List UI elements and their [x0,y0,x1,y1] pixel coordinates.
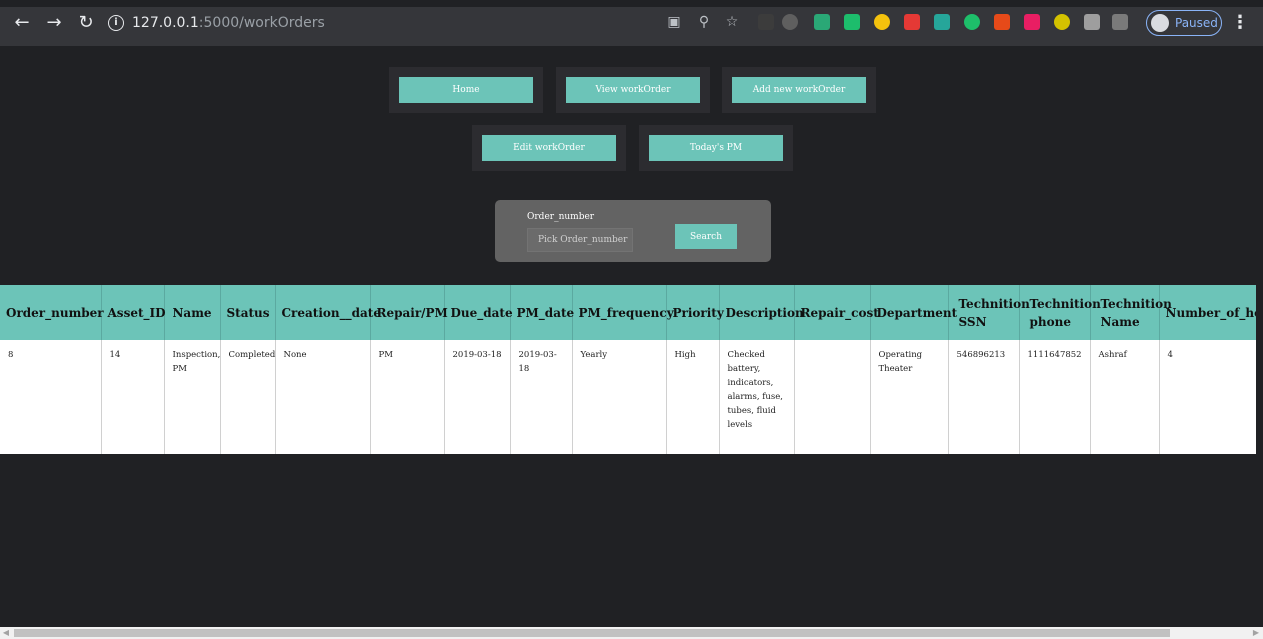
info-icon[interactable]: i [108,15,124,31]
reload-icon[interactable]: ↻ [74,11,98,35]
search-button[interactable]: Search [675,224,737,249]
table-cell: Inspection, PM [164,340,221,454]
column-header: Status [220,285,276,340]
column-header: Technition phone [1019,285,1101,340]
column-header: Due_date [444,285,513,340]
forward-arrow-icon[interactable]: → [42,11,66,35]
horizontal-scrollbar[interactable]: ◀ ▶ [0,627,1263,639]
table-cell: 2019-03-18 [510,340,573,454]
workorders-table-container: Order_number Asset_ID Name Status Creati… [0,285,1256,455]
table-cell: Ashraf [1090,340,1160,454]
url-host: 127.0.0.1 [132,15,199,31]
scroll-right-icon[interactable]: ▶ [1250,627,1262,639]
home-button[interactable]: Home [399,77,533,103]
view-workorder-button[interactable]: View workOrder [566,77,700,103]
nav-card-add: Add new workOrder [722,67,876,113]
column-header: Technition Name [1090,285,1172,340]
avatar [1151,14,1169,32]
profile-button[interactable]: Paused [1146,10,1222,36]
ext-check-icon[interactable] [1054,14,1070,30]
ext-grammar-icon[interactable] [964,14,980,30]
table-cell: 2019-03-18 [444,340,511,454]
todays-pm-button[interactable]: Today's PM [649,135,783,161]
ext-note-icon[interactable] [874,14,890,30]
table-cell: Checked battery, indicators, alarms, fus… [719,340,795,454]
tab-strip [0,0,1263,7]
column-header: Repair_cost [794,285,879,340]
ext-dark-icon[interactable] [758,14,774,30]
search-label: Order_number [527,212,595,222]
scrollbar-thumb[interactable] [14,629,1170,637]
table-cell: Completed [220,340,276,454]
workorders-table: Order_number Asset_ID Name Status Creati… [0,285,1256,454]
zoom-icon[interactable]: ⚲ [694,12,714,32]
column-header: Number_of_hours [1159,285,1256,340]
table-header-row: Order_number Asset_ID Name Status Creati… [0,285,1256,340]
table-cell: 4 [1159,340,1256,454]
search-form: Order_number Search [495,200,771,262]
table-cell: 546896213 [948,340,1020,454]
nav-card-home: Home [389,67,543,113]
ext-message-icon[interactable] [844,14,860,30]
back-arrow-icon[interactable]: ← [10,11,34,35]
column-header: Repair/PM [370,285,448,340]
translate-icon[interactable]: ▣ [664,12,684,32]
column-header: Creation__date [275,285,381,340]
table-cell: PM [370,340,445,454]
table-cell: 8 [0,340,102,454]
order-number-input[interactable] [527,228,633,252]
add-workorder-button[interactable]: Add new workOrder [732,77,866,103]
ext-r-icon[interactable] [782,14,798,30]
column-header: Description [719,285,804,340]
more-menu-icon[interactable]: ⋮ [1230,11,1250,35]
ext-square-icon[interactable] [1112,14,1128,30]
nav-card-view: View workOrder [556,67,710,113]
column-header: PM_frequency [572,285,674,340]
table-cell [794,340,871,454]
nav-card-today: Today's PM [639,125,793,171]
column-header: PM_date [510,285,574,340]
table-cell: None [275,340,371,454]
scroll-left-icon[interactable]: ◀ [0,627,12,639]
ext-privacy-icon[interactable] [1084,14,1100,30]
profile-status-label: Paused [1175,16,1218,30]
table-cell: 14 [101,340,165,454]
column-header: Name [164,285,221,340]
table-cell: Operating Theater [870,340,949,454]
table-row: 8 14 Inspection, PM Completed None PM 20… [0,340,1256,454]
ext-sale-icon[interactable] [994,14,1010,30]
column-header: Priority [666,285,724,340]
edit-workorder-button[interactable]: Edit workOrder [482,135,616,161]
table-cell: 1111647852 [1019,340,1091,454]
bookmark-star-icon[interactable]: ☆ [722,12,742,32]
column-header: Order_number [0,285,104,340]
browser-toolbar: ← → ↻ i 127.0.0.1:5000/workOrders ▣ ⚲ ☆ P… [0,0,1263,46]
table-cell: High [666,340,720,454]
column-header: Technition SSN [948,285,1030,340]
address-bar[interactable]: i 127.0.0.1:5000/workOrders [108,11,638,35]
url-path: :5000/workOrders [198,15,325,31]
column-header: Department [870,285,957,340]
column-header: Asset_ID [101,285,166,340]
ext-new-icon[interactable] [934,14,950,30]
ext-pdf-icon[interactable] [904,14,920,30]
nav-card-edit: Edit workOrder [472,125,626,171]
table-cell: Yearly [572,340,667,454]
ext-chat-icon[interactable] [814,14,830,30]
ext-mail-icon[interactable] [1024,14,1040,30]
